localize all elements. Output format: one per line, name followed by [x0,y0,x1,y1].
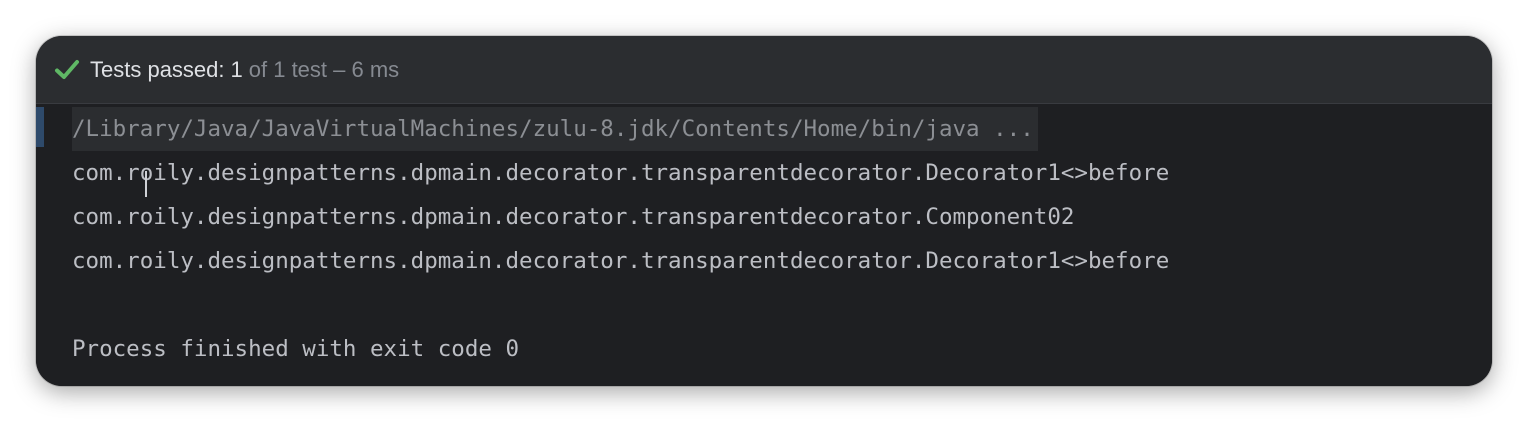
tests-summary: of 1 test – 6 ms [248,56,400,82]
gutter-marker [36,107,44,147]
tests-passed-label: Tests passed: [90,56,225,82]
text-cursor [145,171,147,197]
console-exit-message: Process finished with exit code 0 [72,336,520,362]
tests-passed-count: 1 [230,56,243,82]
test-results-header: Tests passed: 1 of 1 test – 6 ms [36,36,1492,104]
console-output-line: com.roily.designpatterns.dpmain.decorato… [72,204,1075,230]
console-command-line[interactable]: /Library/Java/JavaVirtualMachines/zulu-8… [72,107,1038,151]
run-tool-window: Tests passed: 1 of 1 test – 6 ms /Librar… [36,36,1492,386]
console-output-line: com.roily.designpatterns.dpmain.decorato… [72,160,1170,186]
check-icon [54,57,80,83]
console-output-line: com.roily.designpatterns.dpmain.decorato… [72,248,1170,274]
console-output[interactable]: /Library/Java/JavaVirtualMachines/zulu-8… [36,105,1492,386]
